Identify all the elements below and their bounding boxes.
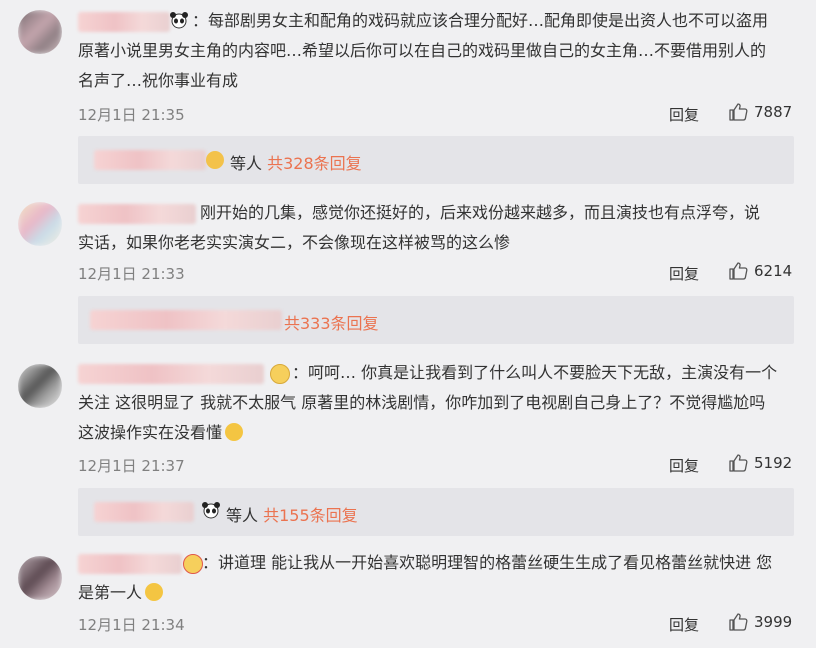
reply-count-link[interactable]: 共155条回复 — [263, 506, 358, 525]
thumbs-up-icon — [729, 613, 748, 631]
like-count: 7887 — [754, 103, 793, 121]
comment-text: ：呵呵… 你真是让我看到了什么叫人不要脸天下无敌，主演没有一个 关注 这很明显了… — [78, 363, 778, 442]
thumbs-up-icon — [729, 454, 748, 472]
comment-text: ：讲道理 能让我从一开始喜欢聪明理智的格蕾丝硬生生成了看见格蕾丝就快进 您 是第… — [78, 553, 773, 602]
like-count: 5192 — [754, 454, 793, 472]
reply-button[interactable]: 回复 — [669, 614, 699, 635]
like-button[interactable]: 3999 — [728, 612, 792, 632]
reply-button[interactable]: 回复 — [669, 263, 699, 284]
like-button[interactable]: 5192 — [728, 453, 792, 473]
avatar[interactable] — [18, 202, 62, 246]
reply-username — [94, 150, 206, 170]
comment-timestamp: 12月1日 21:34 — [78, 616, 185, 634]
reply-summary[interactable]: 等人 共155条回复 — [78, 488, 794, 536]
avatar[interactable] — [18, 556, 62, 600]
emoji-icon — [145, 583, 164, 601]
comment-text: 刚开始的几集，感觉你还挺好的，后来戏份越来越多，而且演技也有点浮夸，说 实话，如… — [78, 203, 761, 252]
like-count: 3999 — [754, 613, 793, 631]
comment-timestamp: 12月1日 21:37 — [78, 457, 185, 475]
reply-count-link[interactable]: 共333条回复 — [284, 314, 379, 333]
reply-button[interactable]: 回复 — [669, 455, 699, 476]
reply-username — [94, 502, 194, 522]
like-button[interactable]: 7887 — [728, 102, 792, 122]
thumbs-up-icon — [729, 262, 748, 280]
like-count: 6214 — [754, 262, 793, 280]
reply-summary[interactable]: 等人 共328条回复 — [78, 136, 794, 184]
emoji-icon — [206, 151, 224, 169]
reply-button[interactable]: 回复 — [669, 104, 699, 125]
avatar[interactable] — [18, 10, 62, 54]
emoji-icon — [225, 423, 244, 441]
comment-timestamp: 12月1日 21:33 — [78, 265, 185, 283]
comment-timestamp: 12月1日 21:35 — [78, 106, 185, 124]
reply-count-link[interactable]: 共328条回复 — [267, 154, 362, 173]
reply-summary[interactable]: 共333条回复 — [78, 296, 794, 344]
thumbs-up-icon — [729, 103, 748, 121]
avatar[interactable] — [18, 364, 62, 408]
reply-username — [90, 310, 282, 330]
like-button[interactable]: 6214 — [728, 261, 792, 281]
comment-text: ：每部剧男女主和配角的戏码就应该合理分配好…配角即使是出资人也不可以盗用 原著小… — [78, 11, 769, 90]
panda-icon — [202, 502, 220, 519]
